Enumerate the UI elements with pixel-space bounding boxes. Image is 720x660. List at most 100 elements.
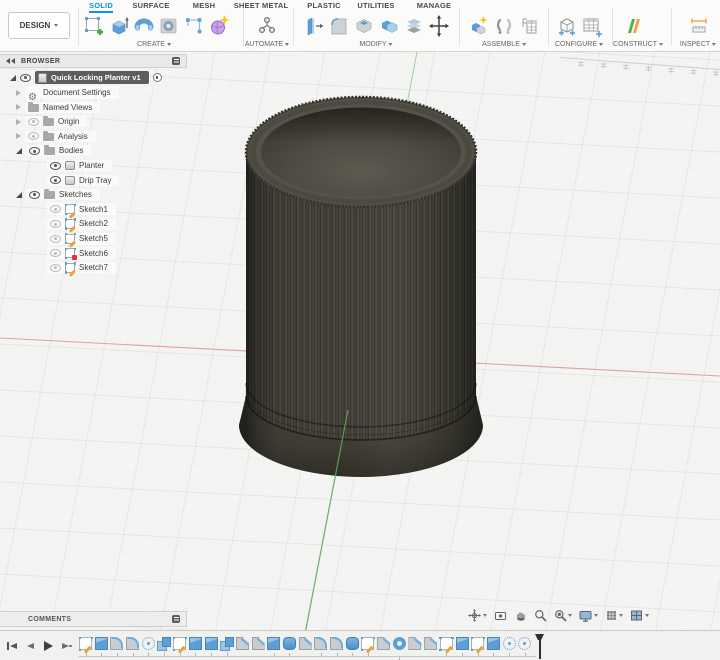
fillet-button[interactable] [328, 14, 350, 38]
tab-plastic[interactable]: PLASTIC [307, 1, 340, 10]
browser-item-planter[interactable]: Planter [0, 160, 187, 172]
expand-collapsed-icon[interactable] [16, 119, 21, 125]
browser-item-bodies[interactable]: Bodies [0, 145, 187, 157]
visibility-eye-icon[interactable] [28, 118, 39, 126]
selected-root-chip[interactable]: Quick Locking Planter v1 [35, 71, 149, 84]
assemble-group-label[interactable]: ASSEMBLE [482, 41, 526, 48]
inspect-group-label[interactable]: INSPECT [680, 41, 716, 48]
step-forward-button[interactable] [61, 641, 71, 651]
timeline-feature-circular-pattern[interactable] [142, 637, 155, 650]
visibility-eye-icon[interactable] [28, 132, 39, 140]
move-copy-button[interactable] [428, 14, 450, 38]
grid-and-snaps-button[interactable] [605, 609, 624, 622]
look-at-button[interactable] [494, 609, 507, 622]
browser-item-document-settings[interactable]: Document Settings [0, 87, 187, 99]
collapse-panel-icon[interactable] [6, 58, 15, 64]
extrude-button[interactable] [108, 14, 130, 38]
timeline-feature-sketch[interactable] [361, 637, 374, 650]
press-pull-button[interactable] [303, 14, 325, 38]
timeline-feature-move[interactable] [220, 637, 233, 650]
shell-button[interactable] [353, 14, 375, 38]
timeline-feature-fillet[interactable] [330, 637, 343, 650]
construct-group-label[interactable]: CONSTRUCT [613, 41, 663, 48]
visibility-eye-icon[interactable] [50, 162, 61, 170]
zoom-button[interactable] [534, 609, 547, 622]
browser-item-drip-tray[interactable]: Drip Tray [0, 174, 187, 186]
timeline-feature-revolve[interactable] [393, 637, 406, 650]
timeline-feature-sketch[interactable] [79, 637, 92, 650]
go-to-start-button[interactable] [7, 641, 17, 651]
tab-manage[interactable]: MANAGE [417, 1, 452, 10]
new-component-button[interactable] [468, 14, 490, 38]
timeline-feature-chamfer[interactable] [424, 637, 437, 650]
timeline-feature-extrude[interactable] [456, 637, 469, 650]
browser-item-analysis[interactable]: Analysis [0, 130, 187, 142]
timeline-feature-extrude[interactable] [95, 637, 108, 650]
automate-group-label[interactable]: AUTOMATE [245, 41, 289, 48]
browser-item-sketch1[interactable]: Sketch1 [0, 203, 187, 215]
timeline-feature-sketch[interactable] [173, 637, 186, 650]
browser-item-sketch6[interactable]: Sketch6 [0, 247, 187, 259]
tab-solid[interactable]: SOLID [89, 1, 113, 13]
browser-item-sketch5[interactable]: Sketch5 [0, 233, 187, 245]
timeline-feature-extrude[interactable] [487, 637, 500, 650]
planter-model[interactable] [239, 97, 483, 477]
modify-group-label[interactable]: MODIFY [359, 41, 392, 48]
timeline-feature-chamfer[interactable] [377, 637, 390, 650]
fit-button[interactable] [554, 609, 573, 622]
browser-header[interactable]: BROWSER [0, 54, 187, 68]
timeline-feature-cylinder[interactable] [283, 637, 296, 650]
timeline-feature-cylinder[interactable] [346, 637, 359, 650]
timeline-feature-fillet[interactable] [126, 637, 139, 650]
timeline-feature-chamfer[interactable] [236, 637, 249, 650]
browser-item-sketch2[interactable]: Sketch2 [0, 218, 187, 230]
configuration-table-button[interactable] [581, 14, 603, 38]
viewports-button[interactable] [630, 609, 649, 622]
design-workspace-button[interactable]: DESIGN [8, 12, 70, 39]
browser-item-root-component[interactable]: Quick Locking Planter v1 [0, 71, 187, 84]
assemble-hierarchy-button[interactable] [518, 14, 540, 38]
visibility-eye-icon[interactable] [50, 205, 61, 213]
visibility-eye-icon[interactable] [50, 235, 61, 243]
timeline-feature-move[interactable] [157, 637, 170, 650]
joint-button[interactable] [493, 14, 515, 38]
browser-item-origin[interactable]: Origin [0, 116, 187, 128]
timeline-position-marker[interactable] [535, 634, 544, 659]
tab-surface[interactable]: SURFACE [132, 1, 169, 10]
split-body-button[interactable] [403, 14, 425, 38]
configure-cube-button[interactable] [556, 14, 578, 38]
create-group-label[interactable]: CREATE [137, 41, 171, 48]
comments-options-icon[interactable] [172, 615, 180, 623]
create-form-button[interactable] [208, 14, 230, 38]
visibility-eye-icon[interactable] [50, 264, 61, 272]
timeline-feature-sketch[interactable] [471, 637, 484, 650]
expand-collapsed-icon[interactable] [16, 104, 21, 110]
visibility-eye-icon[interactable] [20, 74, 31, 82]
timeline-feature-chamfer[interactable] [408, 637, 421, 650]
tab-mesh[interactable]: MESH [193, 1, 215, 10]
configure-group-label[interactable]: CONFIGURE [555, 41, 603, 48]
timeline-feature-circular-pattern[interactable] [503, 637, 516, 650]
revolve-button[interactable] [133, 14, 155, 38]
orbit-button[interactable] [468, 609, 487, 622]
browser-options-icon[interactable] [172, 57, 180, 65]
browser-item-named-views[interactable]: Named Views [0, 101, 187, 113]
comments-bar[interactable]: COMMENTS [0, 611, 187, 627]
display-settings-button[interactable] [579, 609, 598, 622]
expand-expanded-icon[interactable] [16, 148, 22, 154]
create-sketch-button[interactable] [83, 14, 105, 38]
timeline-feature-circular-pattern[interactable] [518, 637, 531, 650]
visibility-eye-icon[interactable] [50, 176, 61, 184]
measure-button[interactable] [688, 14, 710, 38]
timeline-feature-sketch[interactable] [440, 637, 453, 650]
expand-expanded-icon[interactable] [10, 75, 16, 81]
timeline-feature-extrude[interactable] [205, 637, 218, 650]
timeline-feature-extrude[interactable] [267, 637, 280, 650]
visibility-eye-icon[interactable] [50, 249, 61, 257]
pan-button[interactable] [514, 609, 527, 622]
step-back-button[interactable] [25, 641, 35, 651]
timeline-feature-fillet[interactable] [314, 637, 327, 650]
timeline-feature-extrude[interactable] [189, 637, 202, 650]
combine-button[interactable] [378, 14, 400, 38]
tab-sheet-metal[interactable]: SHEET METAL [234, 1, 289, 10]
